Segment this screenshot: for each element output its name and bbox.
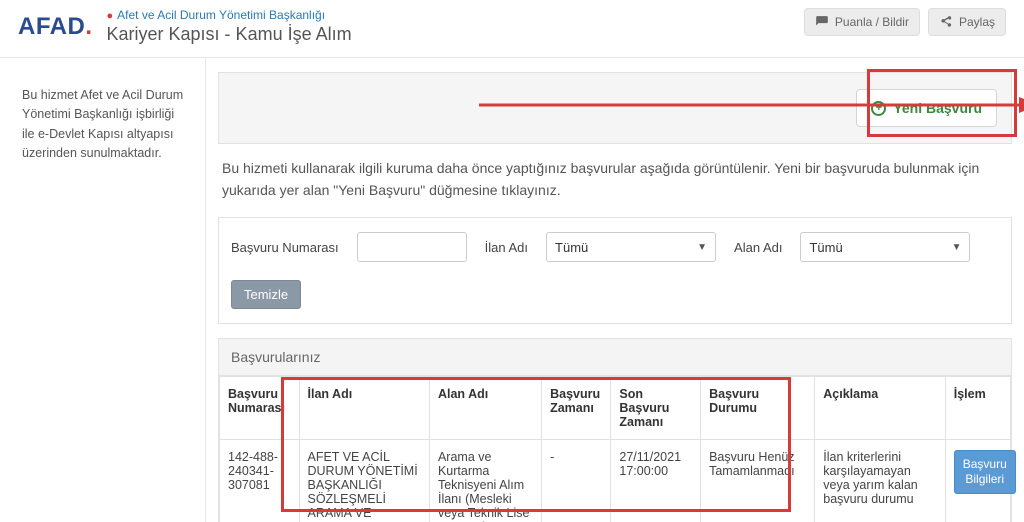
alan-adi-value: Tümü [809, 240, 842, 255]
share-icon [939, 15, 953, 29]
share-button[interactable]: Paylaş [928, 8, 1006, 36]
ilan-adi-select[interactable]: Tümü ▼ [546, 232, 716, 262]
caret-down-icon: ▼ [952, 242, 962, 253]
afad-logo: AFAD. [18, 13, 99, 41]
alan-adi-select[interactable]: Tümü ▼ [800, 232, 970, 262]
page-header: AFAD. ●Afet ve Acil Durum Yönetimi Başka… [0, 0, 1024, 58]
rate-label: Puanla / Bildir [835, 15, 909, 29]
ilan-adi-label: İlan Adı [485, 240, 528, 255]
cell-ilan: AFET VE ACİL DURUM YÖNETİMİ BAŞKANLIĞI S… [299, 440, 429, 522]
new-application-button[interactable]: + Yeni Başvuru [856, 89, 997, 127]
col-bz: Başvuru Zamanı [542, 377, 611, 440]
cell-aciklama: İlan kriterlerini karşılayamayan veya ya… [815, 440, 945, 522]
org-link[interactable]: ●Afet ve Acil Durum Yönetimi Başkanlığı [107, 8, 352, 22]
cell-islem: Başvuru Bilgileri [945, 440, 1010, 522]
page-title: Kariyer Kapısı - Kamu İşe Alım [107, 24, 352, 45]
new-app-label: Yeni Başvuru [893, 100, 982, 116]
logo-text: AFAD [18, 13, 85, 40]
alan-adi-label: Alan Adı [734, 240, 782, 255]
cell-durum: Başvuru Henüz Tamamlanmadı [701, 440, 815, 522]
cell-sbz: 27/11/2021 17:00:00 [611, 440, 701, 522]
top-action-bar: + Yeni Başvuru [218, 72, 1012, 144]
rate-button[interactable]: Puanla / Bildir [804, 8, 920, 36]
table-caption: Başvurularınız [219, 339, 1011, 376]
table-row: 142-488-240341-307081 AFET VE ACİL DURUM… [220, 440, 1011, 522]
sidebar-text: Bu hizmet Afet ve Acil Durum Yönetimi Ba… [22, 88, 183, 160]
table-header-row: Başvuru Numarası İlan Adı Alan Adı Başvu… [220, 377, 1011, 440]
col-durum: Başvuru Durumu [701, 377, 815, 440]
col-ilan: İlan Adı [299, 377, 429, 440]
col-aciklama: Açıklama [815, 377, 945, 440]
comment-icon [815, 15, 829, 29]
col-islem: İşlem [945, 377, 1010, 440]
filter-panel: Başvuru Numarası İlan Adı Tümü ▼ Alan Ad… [218, 217, 1012, 324]
caret-down-icon: ▼ [697, 242, 707, 253]
cell-app-no: 142-488-240341-307081 [220, 440, 300, 522]
col-sbz: Son Başvuru Zamanı [611, 377, 701, 440]
applications-table: Başvuru Numarası İlan Adı Alan Adı Başvu… [219, 376, 1011, 522]
col-app-no: Başvuru Numarası [220, 377, 300, 440]
clear-label: Temizle [244, 287, 288, 302]
logo-block: AFAD. ●Afet ve Acil Durum Yönetimi Başka… [18, 8, 352, 45]
plus-circle-icon: + [871, 101, 886, 116]
bullet-icon: ● [107, 10, 114, 22]
app-no-label: Başvuru Numarası [231, 240, 339, 255]
share-label: Paylaş [959, 15, 995, 29]
ilan-adi-value: Tümü [555, 240, 588, 255]
org-name: Afet ve Acil Durum Yönetimi Başkanlığı [117, 8, 325, 22]
col-alan: Alan Adı [429, 377, 541, 440]
cell-alan: Arama ve Kurtarma Teknisyeni Alım İlanı … [429, 440, 541, 522]
applications-table-wrap: Başvurularınız Başvuru Numarası İlan Adı… [218, 338, 1012, 522]
islem-label: Başvuru Bilgileri [963, 457, 1007, 486]
sidebar-info: Bu hizmet Afet ve Acil Durum Yönetimi Ba… [0, 58, 205, 522]
description-text: Bu hizmeti kullanarak ilgili kuruma daha… [218, 144, 1012, 217]
main-content: + Yeni Başvuru Bu hizmeti kullanarak ilg… [205, 58, 1024, 522]
app-no-input[interactable] [357, 232, 467, 262]
cell-bz: - [542, 440, 611, 522]
clear-button[interactable]: Temizle [231, 280, 301, 309]
application-details-button[interactable]: Başvuru Bilgileri [954, 450, 1016, 494]
